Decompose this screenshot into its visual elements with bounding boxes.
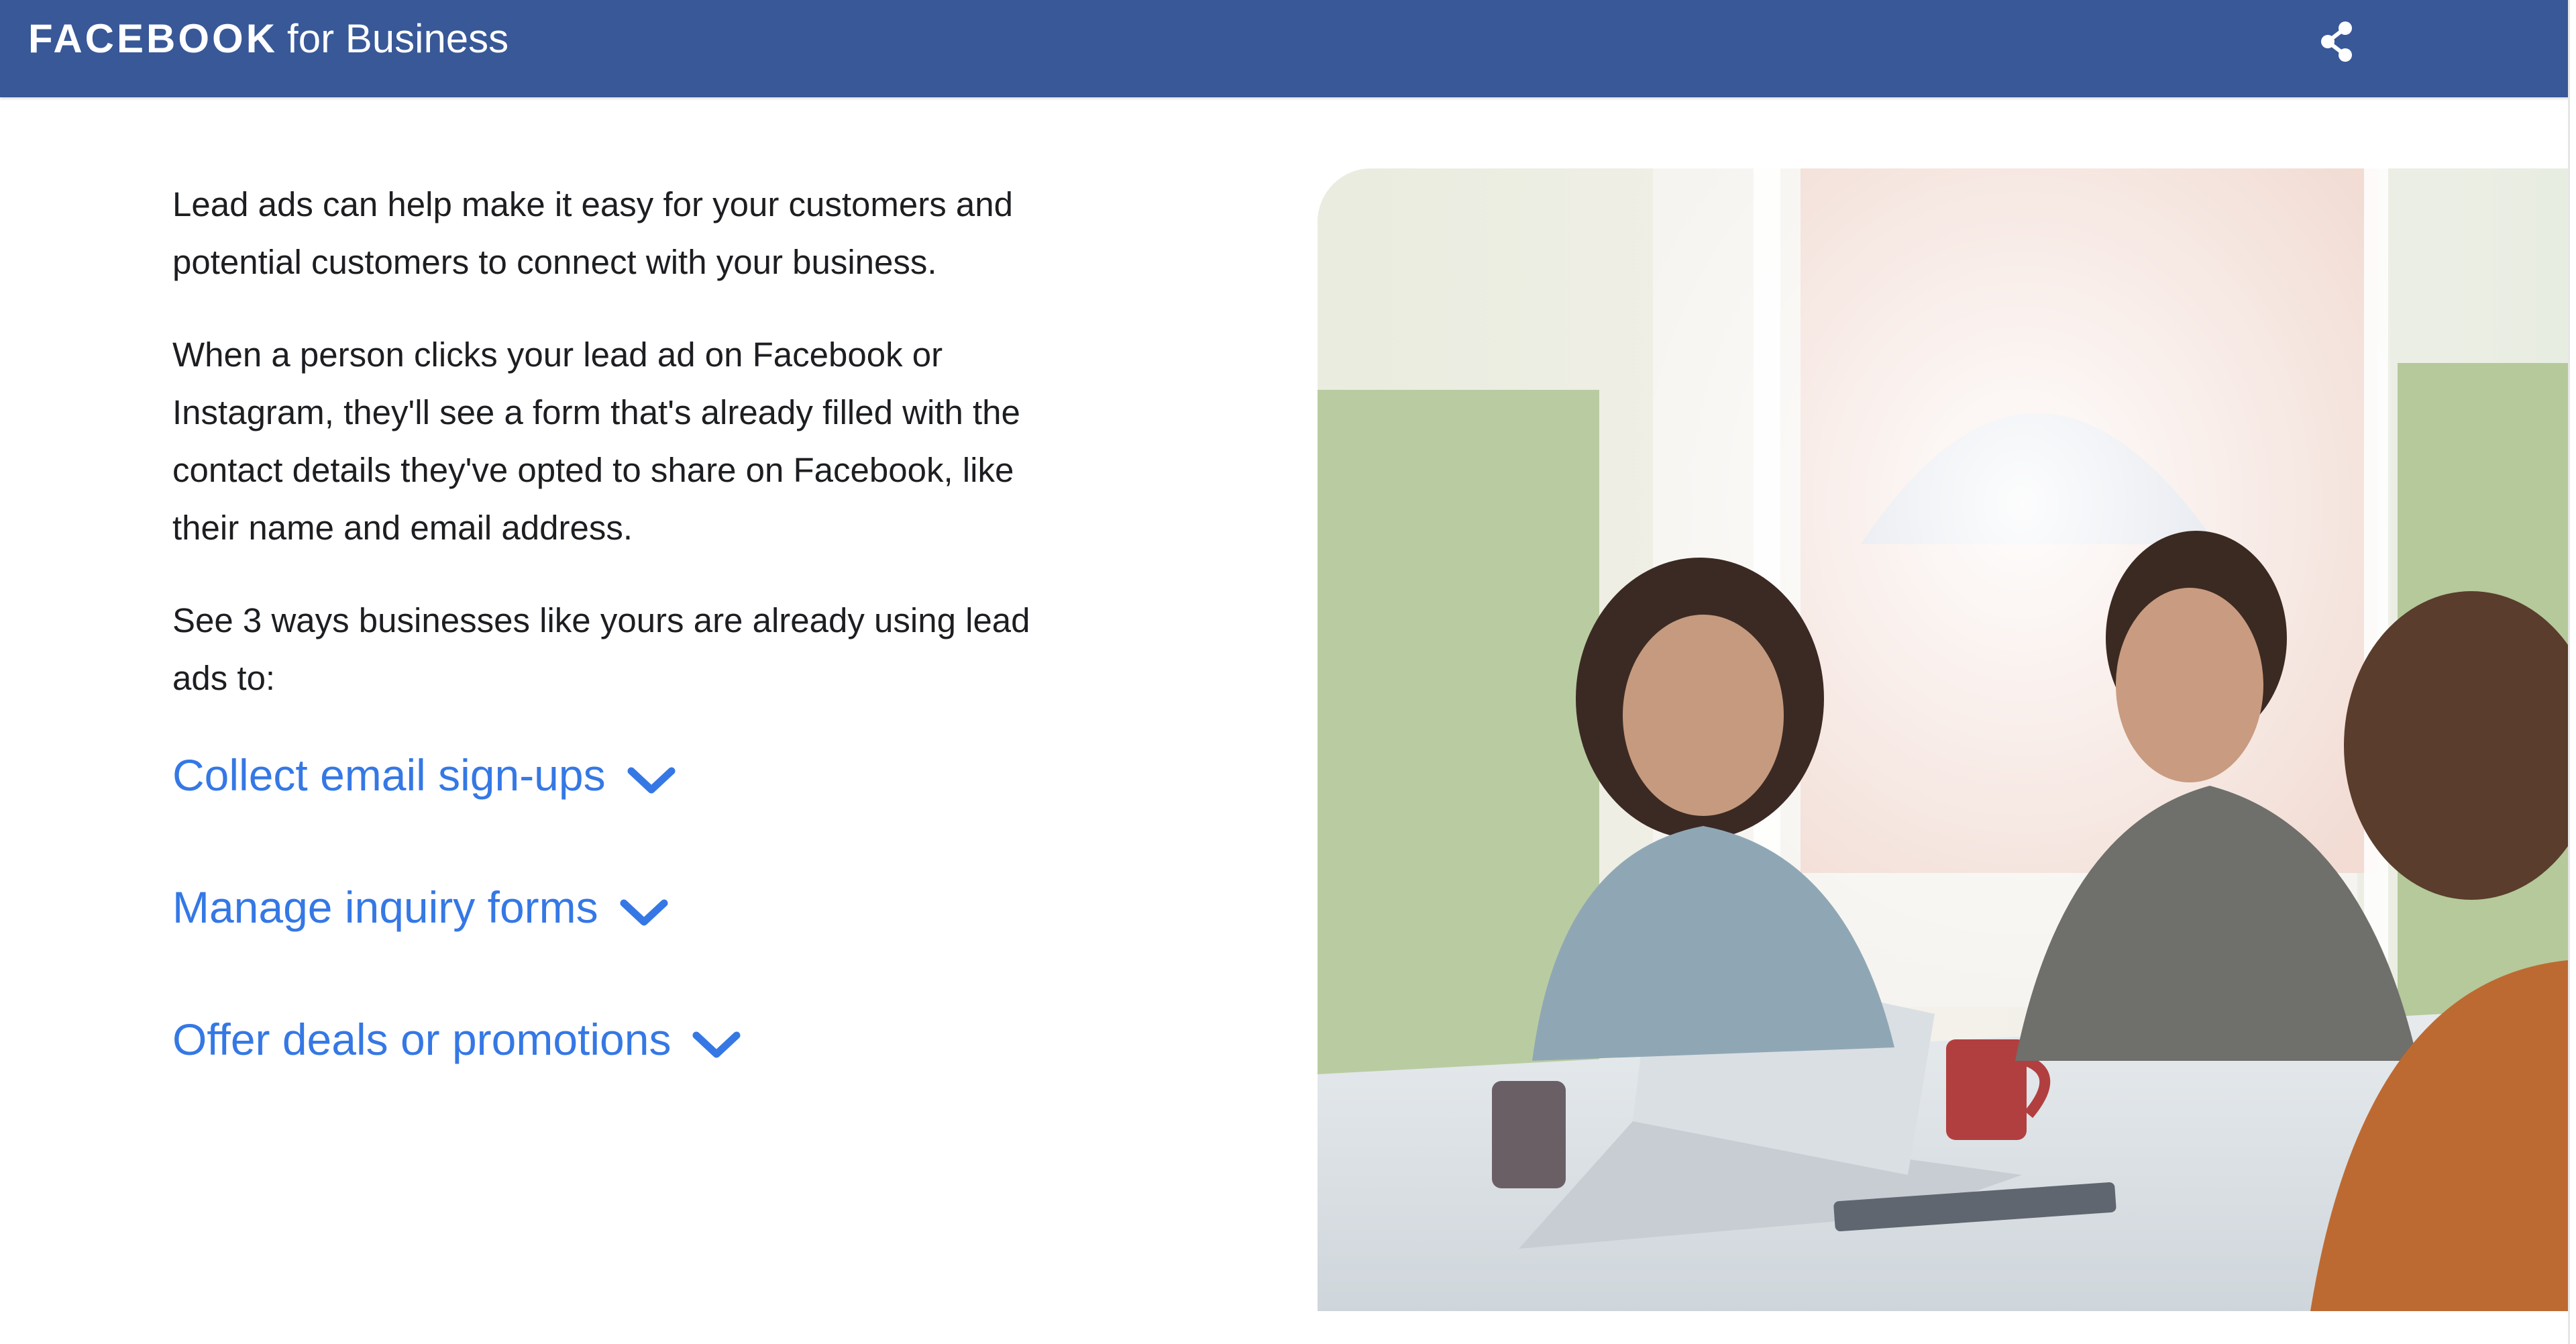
chevron-down-icon <box>627 767 676 794</box>
lead-form-paragraph: When a person clicks your lead ad on Fac… <box>172 335 1020 547</box>
accordion-label: Offer deals or promotions <box>172 1015 672 1064</box>
chevron-down-icon <box>620 899 668 926</box>
accordion-item-manage-inquiry[interactable]: Manage inquiry forms <box>172 880 1078 935</box>
chevron-down-icon <box>692 1031 741 1058</box>
use-case-accordion: Collect email sign-ups Manage inquiry fo… <box>172 747 1078 1067</box>
facebook-for-business-logo[interactable]: FACEBOOK for Business <box>28 16 508 62</box>
accordion-label: Manage inquiry forms <box>172 882 598 932</box>
ways-intro-paragraph: See 3 ways businesses like yours are alr… <box>172 601 1030 697</box>
accordion-item-offer-deals[interactable]: Offer deals or promotions <box>172 1012 1078 1067</box>
right-edge-border <box>2568 0 2576 1344</box>
hero-photo-illustration <box>1318 168 2568 1311</box>
brand-facebook-text: FACEBOOK <box>28 16 278 61</box>
accordion-item-collect-email[interactable]: Collect email sign-ups <box>172 747 1078 803</box>
share-icon <box>2321 21 2352 62</box>
accordion-label: Collect email sign-ups <box>172 750 606 800</box>
intro-paragraph: Lead ads can help make it easy for your … <box>172 185 1014 281</box>
main-content: Lead ads can help make it easy for your … <box>172 176 1078 1144</box>
brand-for-business-text: for Business <box>287 16 509 61</box>
top-header-bar: FACEBOOK for Business <box>0 0 2576 97</box>
hero-photo <box>1318 168 2568 1311</box>
share-button[interactable] <box>2313 17 2361 66</box>
